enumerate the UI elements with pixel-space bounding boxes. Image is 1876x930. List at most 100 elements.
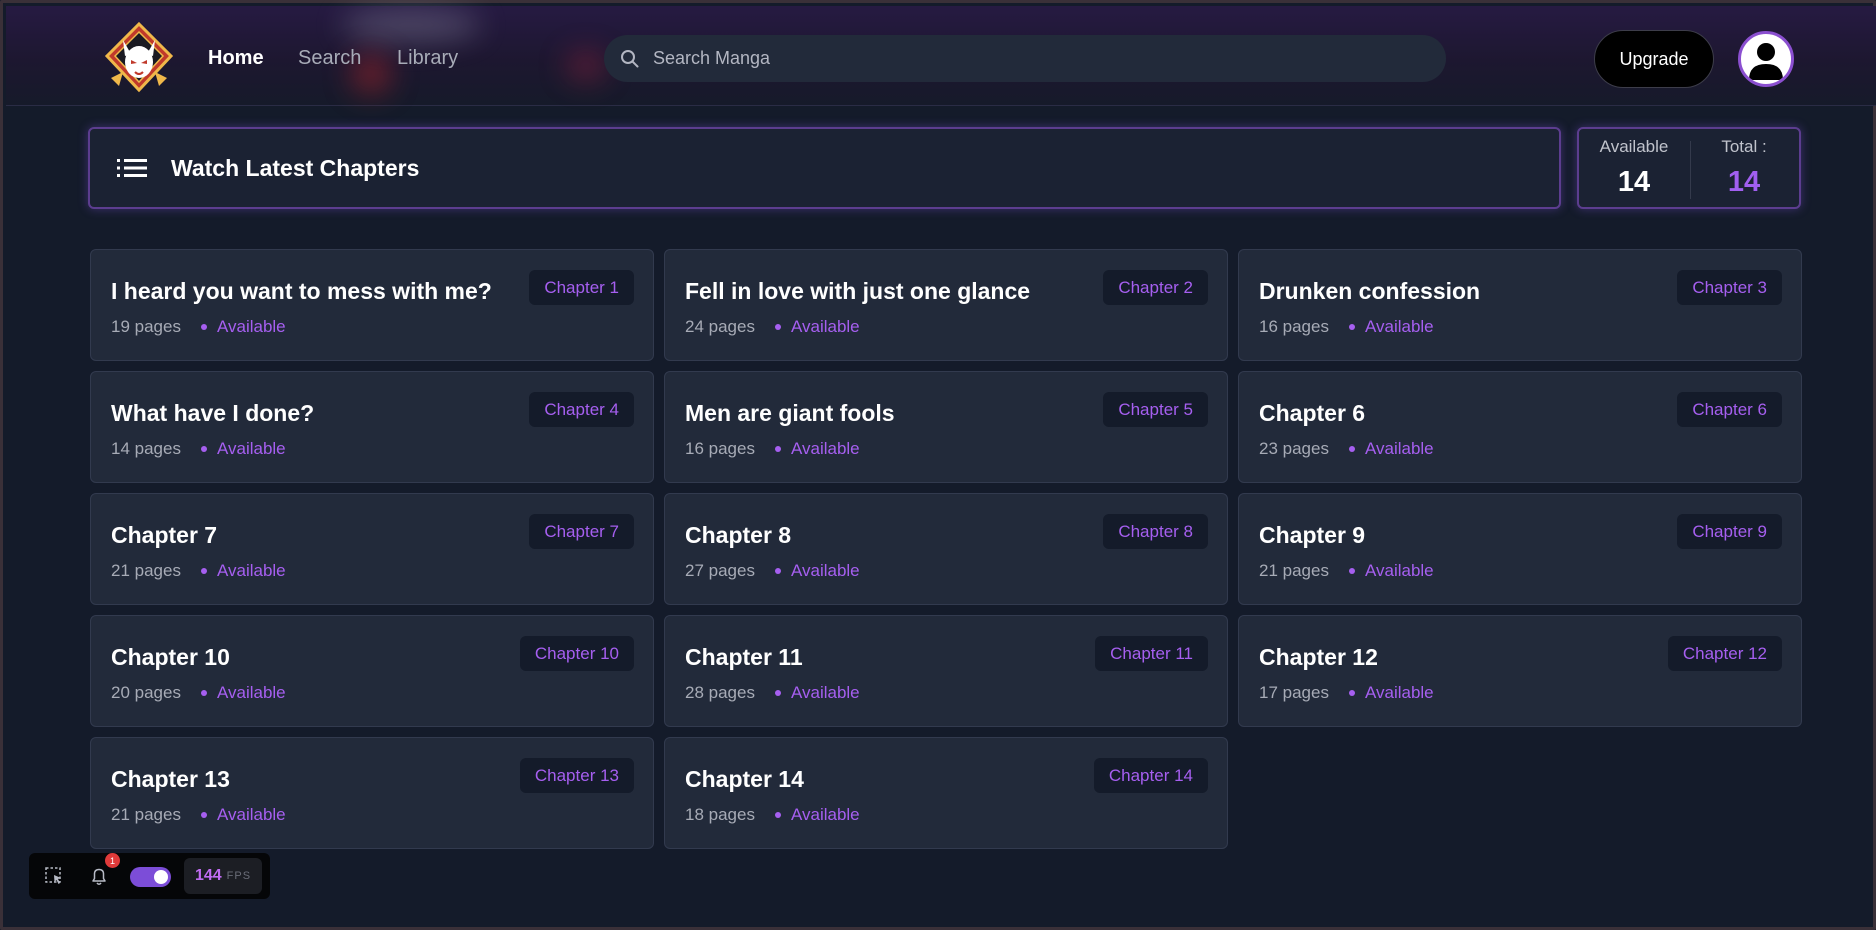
nav-library-link[interactable]: Library: [397, 47, 458, 70]
chapter-page-count: 19 pages: [111, 317, 181, 336]
toggle-knob: [154, 870, 168, 884]
upgrade-button[interactable]: Upgrade: [1594, 30, 1714, 88]
total-count: 14: [1727, 166, 1761, 198]
chapter-title: Chapter 8: [685, 522, 792, 548]
chapter-status: Available: [790, 561, 860, 580]
chapter-title: Chapter 7: [111, 522, 218, 548]
nav-home-link[interactable]: Home: [208, 47, 264, 70]
chapter-badge[interactable]: Chapter 6: [1677, 392, 1782, 427]
chapter-stats: Available 14 Total : 14: [1577, 127, 1801, 209]
search-bar: [604, 35, 1446, 82]
chapter-status: Available: [216, 317, 286, 336]
available-label: Available: [1599, 137, 1669, 156]
chapter-meta: 20 pages Available: [111, 683, 286, 703]
chapter-status: Available: [216, 561, 286, 580]
notification-count-badge: 1: [105, 853, 120, 868]
status-dot-icon: [774, 324, 781, 330]
chapter-card[interactable]: Chapter 11 Chapter 11 28 pages Available: [664, 615, 1228, 727]
top-header: Home Search Library Upgrade: [6, 6, 1876, 106]
chapter-meta: 23 pages Available: [1259, 439, 1434, 459]
chapter-title: Chapter 13: [111, 766, 230, 792]
chapter-status: Available: [1364, 561, 1434, 580]
select-region-icon[interactable]: [43, 865, 65, 887]
chapter-page-count: 21 pages: [1259, 561, 1329, 580]
chapter-title: I heard you want to mess with me?: [111, 278, 492, 304]
search-icon: [621, 49, 639, 67]
chapter-badge[interactable]: Chapter 4: [529, 392, 634, 427]
chapter-card[interactable]: Chapter 8 Chapter 8 27 pages Available: [664, 493, 1228, 605]
chapter-card[interactable]: Chapter 14 Chapter 14 18 pages Available: [664, 737, 1228, 849]
chapter-badge[interactable]: Chapter 2: [1103, 270, 1208, 305]
app-frame: Home Search Library Upgrade: [0, 0, 1876, 930]
chapter-badge[interactable]: Chapter 1: [529, 270, 634, 305]
chapter-title: Chapter 14: [685, 766, 804, 792]
chapter-page-count: 14 pages: [111, 439, 181, 458]
site-logo-icon[interactable]: [101, 20, 177, 96]
chapter-badge[interactable]: Chapter 12: [1667, 636, 1782, 671]
chapter-card[interactable]: Chapter 6 Chapter 6 23 pages Available: [1238, 371, 1802, 483]
chapter-title: Chapter 6: [1259, 400, 1366, 426]
chapter-card[interactable]: Chapter 7 Chapter 7 21 pages Available: [90, 493, 654, 605]
section-title: Watch Latest Chapters: [171, 154, 420, 181]
fps-label: FPS: [226, 870, 252, 882]
status-dot-icon: [1348, 446, 1355, 452]
chapter-title: What have I done?: [111, 400, 315, 426]
search-manga-input[interactable]: [641, 35, 1446, 82]
chapter-badge[interactable]: Chapter 9: [1677, 514, 1782, 549]
chapter-status: Available: [790, 805, 860, 824]
user-avatar[interactable]: [1738, 31, 1794, 87]
chapter-meta: 24 pages Available: [685, 317, 860, 337]
chapter-card[interactable]: Chapter 10 Chapter 10 20 pages Available: [90, 615, 654, 727]
chapter-badge[interactable]: Chapter 7: [529, 514, 634, 549]
chapter-card[interactable]: What have I done? Chapter 4 14 pages Availa…: [90, 371, 654, 483]
status-dot-icon: [200, 446, 207, 452]
chapter-status: Available: [216, 439, 286, 458]
chapter-status: Available: [1364, 683, 1434, 702]
user-silhouette-icon: [1749, 43, 1783, 80]
chapter-page-count: 24 pages: [685, 317, 755, 336]
bell-icon[interactable]: [88, 865, 110, 887]
chapter-page-count: 18 pages: [685, 805, 755, 824]
chapter-page-count: 27 pages: [685, 561, 755, 580]
status-dot-icon: [774, 812, 781, 818]
chapter-card[interactable]: Chapter 12 Chapter 12 17 pages Available: [1238, 615, 1802, 727]
chapter-card[interactable]: Chapter 13 Chapter 13 21 pages Available: [90, 737, 654, 849]
chapter-page-count: 23 pages: [1259, 439, 1329, 458]
chapter-meta: 18 pages Available: [685, 805, 860, 825]
chapter-page-count: 28 pages: [685, 683, 755, 702]
chapter-meta: 19 pages Available: [111, 317, 286, 337]
chapter-card[interactable]: Fell in love with just one glance Chapter…: [664, 249, 1228, 361]
status-dot-icon: [200, 568, 207, 574]
nav-search-link[interactable]: Search: [298, 47, 361, 70]
chapter-badge[interactable]: Chapter 10: [519, 636, 634, 671]
list-icon: [117, 159, 147, 177]
status-dot-icon: [200, 690, 207, 696]
chapter-badge[interactable]: Chapter 8: [1103, 514, 1208, 549]
chapter-page-count: 21 pages: [111, 805, 181, 824]
chapter-card[interactable]: Men are giant fools Chapter 5 16 pages Avai…: [664, 371, 1228, 483]
chapter-page-count: 16 pages: [685, 439, 755, 458]
latest-chapters-header: Watch Latest Chapters: [88, 127, 1561, 209]
status-dot-icon: [774, 690, 781, 696]
chapter-badge[interactable]: Chapter 14: [1093, 758, 1208, 793]
chapter-meta: 16 pages Available: [685, 439, 860, 459]
chapter-badge[interactable]: Chapter 13: [519, 758, 634, 793]
chapter-status: Available: [216, 805, 286, 824]
chapter-badge[interactable]: Chapter 11: [1095, 636, 1208, 671]
chapter-badge[interactable]: Chapter 3: [1677, 270, 1782, 305]
total-stat: Total : 14: [1689, 137, 1799, 199]
chapter-card[interactable]: Drunken confession Chapter 3 16 pages Avail…: [1238, 249, 1802, 361]
chapter-status: Available: [790, 439, 860, 458]
chapter-meta: 17 pages Available: [1259, 683, 1434, 703]
chapter-card[interactable]: I heard you want to mess with me? Chapter…: [90, 249, 654, 361]
status-dot-icon: [1348, 690, 1355, 696]
chapter-title: Fell in love with just one glance: [685, 278, 1031, 304]
chapter-card[interactable]: Chapter 9 Chapter 9 21 pages Available: [1238, 493, 1802, 605]
chapter-badge[interactable]: Chapter 5: [1103, 392, 1208, 427]
chapter-meta: 28 pages Available: [685, 683, 860, 703]
chapter-status: Available: [216, 683, 286, 702]
chapter-title: Chapter 11: [685, 644, 803, 670]
status-dot-icon: [774, 446, 781, 452]
theme-toggle[interactable]: [130, 867, 171, 887]
chapter-meta: 21 pages Available: [111, 805, 286, 825]
